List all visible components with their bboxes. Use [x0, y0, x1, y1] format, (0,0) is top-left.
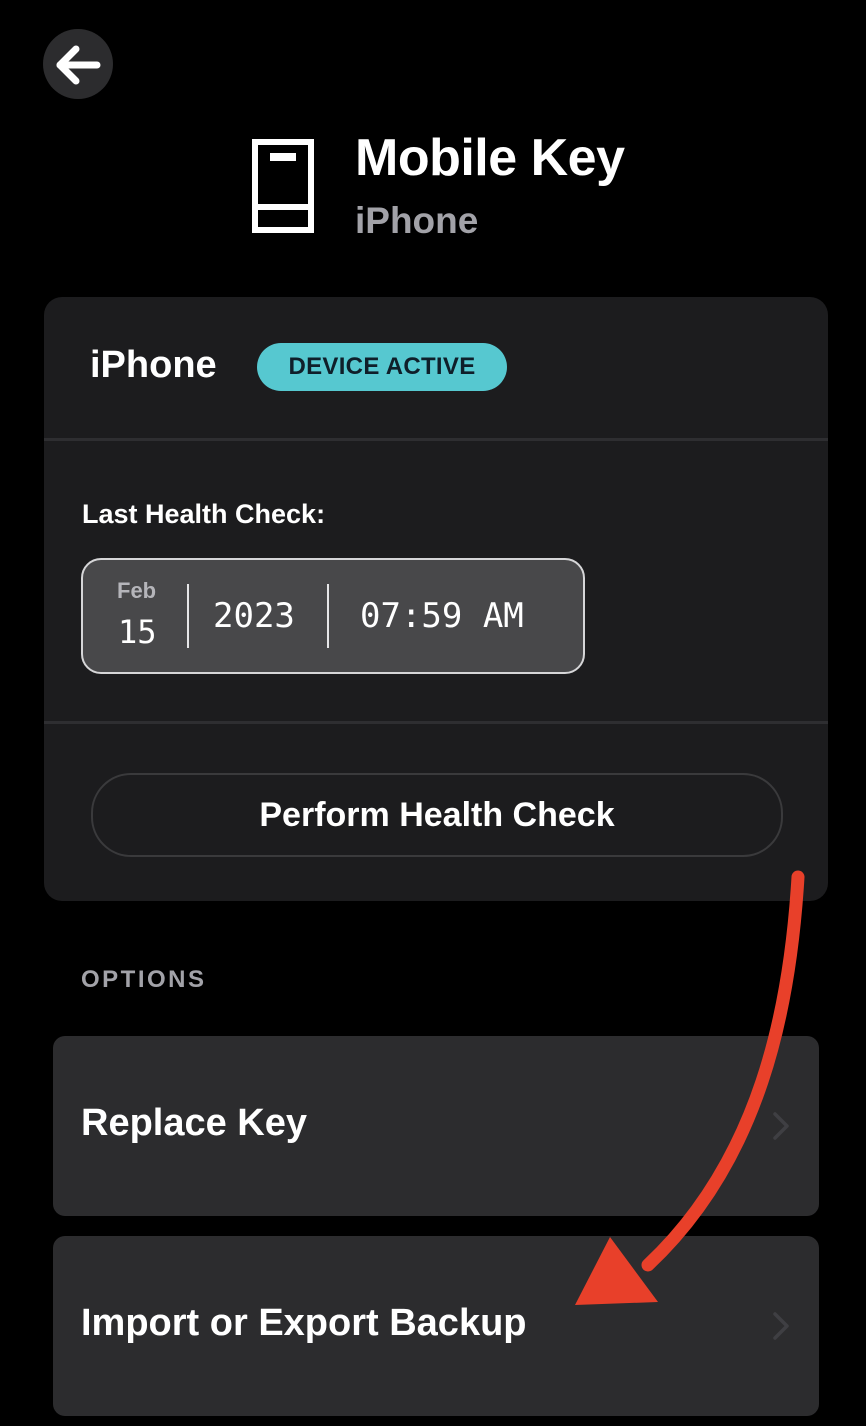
device-name: iPhone: [90, 344, 217, 386]
import-export-backup-option[interactable]: Import or Export Backup: [53, 1236, 819, 1416]
options-section-label: OPTIONS: [81, 966, 207, 993]
option-label: Replace Key: [81, 1102, 308, 1144]
page-title: Mobile Key: [355, 129, 625, 187]
chevron-right-icon: [773, 1312, 789, 1340]
option-label: Import or Export Backup: [81, 1302, 527, 1344]
health-check-label: Last Health Check:: [82, 499, 326, 529]
last-health-check-datetime: Feb 15 2023 07:59 AM: [81, 558, 585, 674]
date-separator: [327, 584, 329, 648]
date-separator: [187, 584, 189, 648]
card-divider: [44, 721, 828, 724]
arrow-left-icon: [56, 45, 101, 85]
date-time: 07:59 AM: [360, 596, 524, 636]
status-badge: DEVICE ACTIVE: [257, 343, 507, 391]
date-year: 2023: [213, 596, 295, 636]
replace-key-option[interactable]: Replace Key: [53, 1036, 819, 1216]
device-card: iPhone DEVICE ACTIVE Last Health Check: …: [44, 297, 828, 901]
page-subtitle: iPhone: [355, 200, 479, 241]
chevron-right-icon: [773, 1112, 789, 1140]
perform-health-check-button[interactable]: Perform Health Check: [91, 773, 783, 857]
back-button[interactable]: [43, 29, 113, 99]
date-month: Feb: [117, 578, 157, 603]
mobile-phone-icon: [252, 139, 314, 233]
card-divider: [44, 438, 828, 441]
date-day: 15: [118, 613, 157, 651]
